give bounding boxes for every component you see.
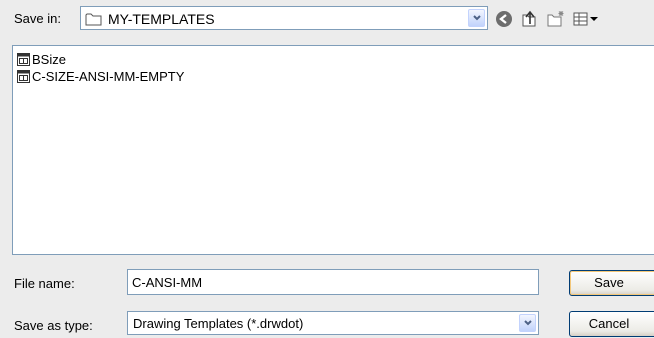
save-as-dialog: Save in: MY-TEMPLATES BSize C-SIZE-ANSI-…	[0, 0, 654, 338]
folder-icon	[85, 12, 103, 29]
views-menu-icon[interactable]	[572, 9, 602, 29]
save-as-type-label: Save as type:	[14, 318, 93, 333]
back-arrow-icon[interactable]	[494, 9, 514, 29]
file-list[interactable]: BSize C-SIZE-ANSI-MM-EMPTY	[12, 45, 654, 255]
save-in-value: MY-TEMPLATES	[108, 11, 215, 27]
drawing-template-icon	[17, 70, 30, 86]
drawing-template-icon	[17, 53, 30, 69]
file-name-input[interactable]	[127, 269, 539, 295]
chevron-down-icon	[473, 15, 481, 21]
save-as-type-select[interactable]: Drawing Templates (*.drwdot)	[127, 311, 539, 335]
save-button[interactable]: Save	[569, 270, 654, 296]
save-in-label: Save in:	[14, 11, 61, 26]
save-as-type-value: Drawing Templates (*.drwdot)	[133, 316, 304, 331]
up-folder-icon[interactable]	[519, 9, 539, 29]
cancel-button[interactable]: Cancel	[569, 311, 654, 337]
save-in-combo[interactable]: MY-TEMPLATES	[80, 6, 488, 30]
file-name: C-SIZE-ANSI-MM-EMPTY	[32, 69, 185, 84]
save-as-type-dropdown-button[interactable]	[519, 314, 536, 332]
new-folder-icon[interactable]	[546, 9, 566, 29]
file-name-label: File name:	[14, 276, 75, 291]
save-in-dropdown-button[interactable]	[468, 9, 485, 27]
file-name: BSize	[32, 52, 66, 67]
chevron-down-icon	[524, 320, 532, 326]
